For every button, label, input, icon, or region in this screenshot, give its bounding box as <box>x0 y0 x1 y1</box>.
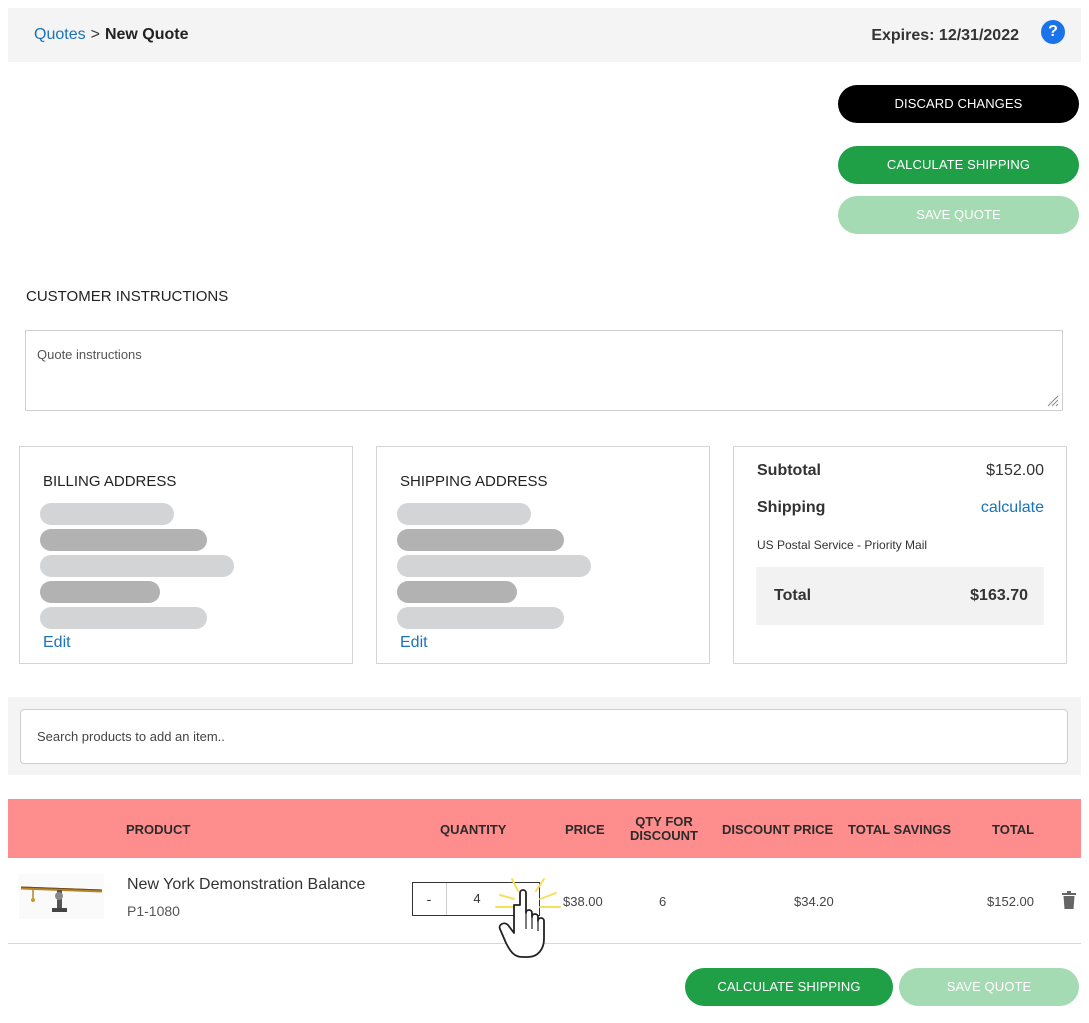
shipping-carrier: US Postal Service - Priority Mail <box>757 538 928 552</box>
row-total-cell: $152.00 <box>987 894 1034 909</box>
subtotal-value: $152.00 <box>986 462 1044 479</box>
calculate-shipping-button-bottom[interactable]: CALCULATE SHIPPING <box>685 968 893 1006</box>
trash-icon[interactable] <box>1061 891 1077 909</box>
redacted-address-line <box>40 555 234 577</box>
shipping-address-card: SHIPPING ADDRESS Edit <box>376 446 710 664</box>
quote-instructions-textarea[interactable]: Quote instructions <box>25 330 1063 411</box>
redacted-address-line <box>40 607 207 629</box>
quantity-decrement-button[interactable]: - <box>413 883 445 915</box>
billing-address-title: BILLING ADDRESS <box>43 473 177 490</box>
items-table-header: PRODUCT QUANTITY PRICE QTY FOR DISCOUNT … <box>8 799 1081 858</box>
calculate-shipping-link[interactable]: calculate <box>981 499 1044 517</box>
redacted-address-line <box>397 529 564 551</box>
total-value: $163.70 <box>970 587 1028 604</box>
redacted-address-line <box>397 607 564 629</box>
product-name[interactable]: New York Demonstration Balance <box>127 876 365 894</box>
breadcrumb: Quotes > New Quote <box>34 26 189 44</box>
redacted-address-line <box>40 503 174 525</box>
table-row: New York Demonstration Balance P1-1080 -… <box>8 858 1081 944</box>
resize-handle-icon[interactable] <box>1047 395 1059 407</box>
shipping-label: Shipping <box>757 499 826 516</box>
total-label: Total <box>774 587 812 604</box>
billing-edit-link[interactable]: Edit <box>43 634 71 652</box>
quantity-input[interactable]: 4 <box>447 883 507 915</box>
quantity-increment-button[interactable]: + <box>507 883 539 915</box>
breadcrumb-separator: > <box>90 26 100 43</box>
product-thumbnail <box>19 874 104 919</box>
breadcrumb-quotes-link[interactable]: Quotes <box>34 26 86 43</box>
column-header-total-savings: TOTAL SAVINGS <box>848 822 952 837</box>
column-header-total: TOTAL <box>992 822 1035 837</box>
top-header: Quotes > New Quote Expires: 12/31/2022 ? <box>8 8 1081 62</box>
save-quote-button-bottom[interactable]: SAVE QUOTE <box>899 968 1079 1006</box>
column-header-price: PRICE <box>565 822 605 837</box>
product-search-bar <box>8 697 1081 775</box>
save-quote-button[interactable]: SAVE QUOTE <box>838 196 1079 234</box>
redacted-address-line <box>397 581 517 603</box>
discount-price-cell: $34.20 <box>794 894 834 909</box>
column-header-qty-for-discount-line2: DISCOUNT <box>630 828 698 843</box>
expiration-date: Expires: 12/31/2022 <box>871 27 1019 44</box>
redacted-address-line <box>397 555 591 577</box>
billing-address-card: BILLING ADDRESS Edit <box>19 446 353 664</box>
discard-changes-button[interactable]: DISCARD CHANGES <box>838 85 1079 123</box>
column-header-discount-price: DISCOUNT PRICE <box>722 822 834 837</box>
breadcrumb-current: New Quote <box>104 26 189 43</box>
column-header-qty-for-discount: QTY FOR DISCOUNT <box>628 815 700 843</box>
quantity-stepper[interactable]: - 4 + <box>412 882 540 916</box>
product-search-input[interactable] <box>20 709 1068 764</box>
redacted-address-line <box>397 503 531 525</box>
customer-instructions-label: CUSTOMER INSTRUCTIONS <box>26 288 229 305</box>
subtotal-label: Subtotal <box>757 462 821 479</box>
redacted-address-line <box>40 529 207 551</box>
calculate-shipping-button[interactable]: CALCULATE SHIPPING <box>838 146 1079 184</box>
help-icon[interactable]: ? <box>1041 20 1065 44</box>
column-header-product: PRODUCT <box>126 822 191 837</box>
total-box: Total $163.70 <box>756 567 1044 625</box>
redacted-address-line <box>40 581 160 603</box>
column-header-qty-for-discount-line1: QTY FOR <box>635 814 693 829</box>
shipping-address-title: SHIPPING ADDRESS <box>400 473 548 490</box>
quote-instructions-placeholder: Quote instructions <box>37 347 142 362</box>
column-header-quantity: QUANTITY <box>440 822 507 837</box>
price-cell: $38.00 <box>563 894 603 909</box>
shipping-edit-link[interactable]: Edit <box>400 634 428 652</box>
product-sku: P1-1080 <box>127 903 180 919</box>
order-summary-card: Subtotal $152.00 Shipping calculate US P… <box>733 446 1067 664</box>
qty-for-discount-cell: 6 <box>659 894 667 909</box>
